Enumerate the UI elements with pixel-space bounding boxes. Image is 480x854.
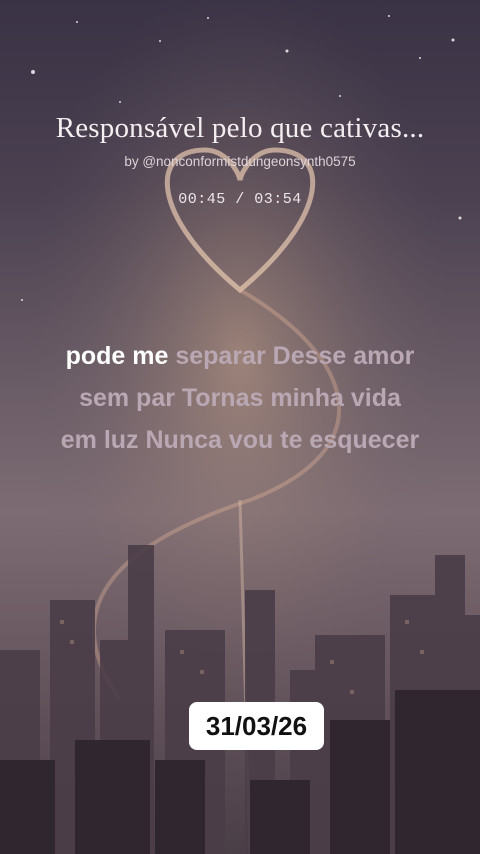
lyrics-line-2: sem par Tornas minha vida <box>79 384 401 412</box>
date-badge: 31/03/26 <box>189 702 324 750</box>
song-byline: by @nonconformistdungeonsynth0575 <box>124 154 356 169</box>
lyrics-line-3: em luz Nunca vou te esquecer <box>60 426 420 454</box>
lyrics-sung-text: pode me <box>65 342 169 370</box>
lyrics-pending-text: separar Desse amor <box>175 342 415 370</box>
lyrics-block: pode me separar Desse amor sem par Torna… <box>20 335 460 461</box>
lyrics-line-1: pode me separar Desse amor <box>20 335 460 377</box>
playback-time: 00:45 / 03:54 <box>178 191 302 208</box>
song-title: Responsável pelo que cativas... <box>55 112 425 144</box>
